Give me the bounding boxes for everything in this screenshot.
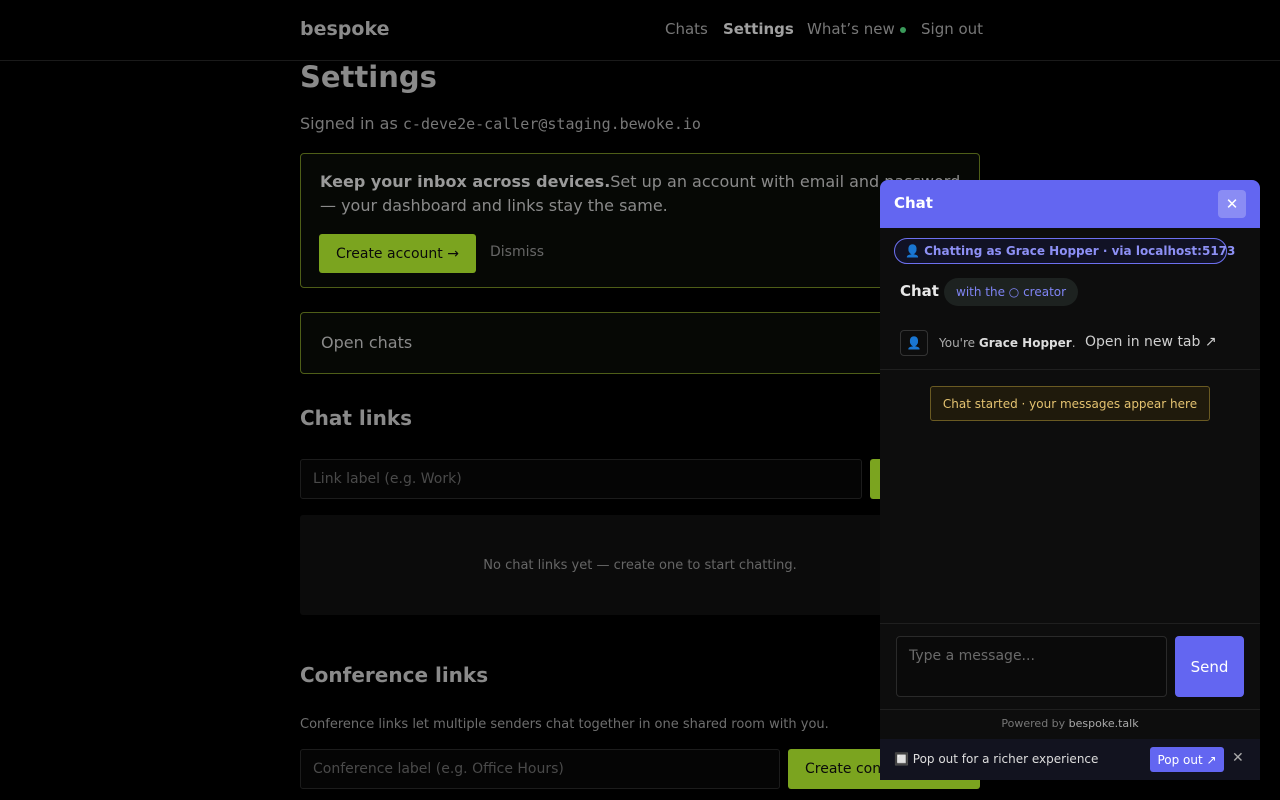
open-chats-card[interactable]: Open chats	[300, 312, 980, 374]
dismiss-button[interactable]: Dismiss	[490, 244, 544, 260]
powered-prefix: Powered by	[1001, 717, 1066, 730]
chat-links-empty-state: No chat links yet — create one to start …	[300, 515, 980, 615]
account-promo-card: Keep your inbox across devices.Set up an…	[300, 153, 980, 288]
nav-settings[interactable]: Settings	[723, 20, 794, 38]
nav-whats-new-label: What’s new	[807, 20, 895, 38]
signed-in-text: Signed in as c-deve2e-caller@staging.bew…	[300, 114, 701, 133]
popout-button[interactable]: Pop out ↗	[1150, 747, 1224, 772]
nav-sign-out[interactable]: Sign out	[921, 20, 983, 38]
message-input[interactable]: Type a message...	[896, 636, 1167, 697]
popout-text: 🔲 Pop out for a richer experience	[894, 752, 1099, 766]
powered-brand-link[interactable]: bespoke.talk	[1069, 717, 1139, 730]
chat-widget-title: Chat	[894, 194, 933, 212]
identity-pill: 👤 Chatting as Grace Hopper · via localho…	[894, 238, 1235, 264]
chat-widget: Chat ✕ 👤 Chatting as Grace Hopper · via …	[880, 180, 1260, 780]
conference-label-input[interactable]: Conference label (e.g. Office Hours)	[300, 749, 780, 789]
link-label-input[interactable]: Link label (e.g. Work)	[300, 459, 862, 499]
nav-whats-new[interactable]: What’s new	[807, 20, 906, 38]
user-icon: 👤	[900, 330, 928, 356]
divider	[880, 369, 1260, 370]
signed-in-prefix: Signed in as	[300, 114, 398, 133]
you-are-text: You're Grace Hopper.	[939, 336, 1076, 350]
create-account-button[interactable]: Create account →	[319, 234, 476, 273]
promo-text: Keep your inbox across devices.Set up an…	[320, 170, 970, 218]
conference-links-heading: Conference links	[300, 663, 489, 687]
brand-logo[interactable]: bespoke	[300, 18, 389, 40]
popout-close-icon[interactable]: ✕	[1232, 750, 1244, 766]
with-creator-badge: with the ○ creator	[944, 278, 1079, 306]
top-navigation-bar: bespoke Chats Settings What’s new Sign o…	[0, 0, 1280, 61]
chat-started-notice: Chat started · your messages appear here	[930, 386, 1210, 421]
send-button[interactable]: Send	[1175, 636, 1244, 697]
powered-by: Powered by bespoke.talk	[880, 717, 1260, 730]
chat-heading: Chat	[900, 282, 939, 300]
you-are-suffix: .	[1071, 336, 1076, 350]
you-are-prefix: You're	[939, 336, 976, 350]
conference-description: Conference links let multiple senders ch…	[300, 717, 829, 732]
close-icon[interactable]: ✕	[1218, 190, 1246, 218]
user-name: Grace Hopper	[978, 336, 1072, 350]
chat-widget-header: Chat ✕	[880, 180, 1260, 228]
open-in-new-tab-link[interactable]: Open in new tab ↗	[1085, 334, 1217, 350]
signed-in-email: c-deve2e-caller@staging.bewoke.io	[402, 115, 701, 133]
promo-headline: Keep your inbox across devices.	[320, 172, 611, 191]
popout-banner: 🔲 Pop out for a richer experience Pop ou…	[880, 739, 1260, 780]
divider	[880, 623, 1260, 624]
page-title: Settings	[300, 60, 437, 94]
open-chats-label: Open chats	[321, 333, 413, 352]
status-dot-icon	[899, 26, 906, 33]
divider	[880, 709, 1260, 710]
chat-links-heading: Chat links	[300, 406, 413, 430]
nav-chats[interactable]: Chats	[665, 20, 708, 38]
